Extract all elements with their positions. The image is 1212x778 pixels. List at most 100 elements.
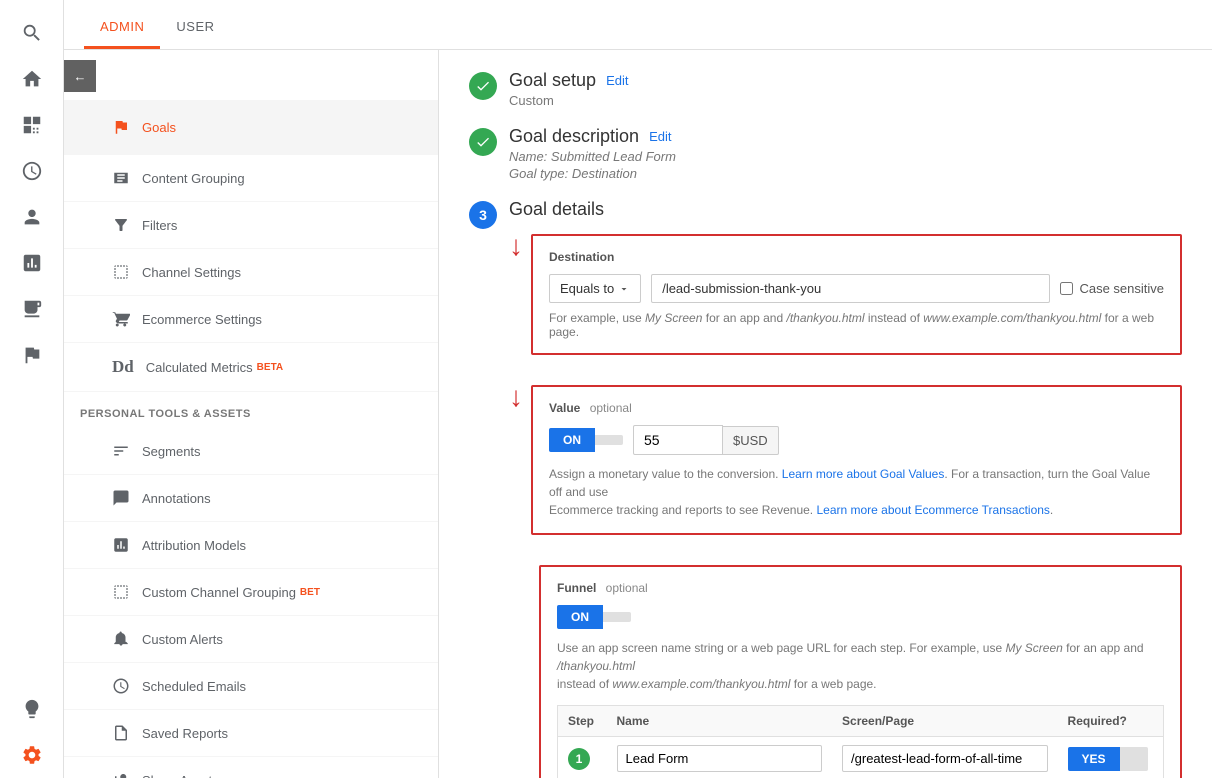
- search-icon-btn[interactable]: [0, 10, 63, 56]
- sidebar-item-content-grouping[interactable]: Content Grouping: [64, 155, 438, 202]
- sidebar-item-goals[interactable]: Goals: [64, 100, 438, 155]
- bulb-icon-btn[interactable]: [0, 686, 63, 732]
- sidebar-item-saved-reports-label: Saved Reports: [142, 726, 228, 741]
- funnel-col-required: Required?: [1058, 706, 1164, 737]
- funnel-step-page-cell: [832, 737, 1058, 778]
- step2-edit-link[interactable]: Edit: [649, 129, 671, 144]
- funnel-row-1: 1: [558, 737, 1164, 778]
- sidebar-item-custom-alerts[interactable]: Custom Alerts: [64, 616, 438, 663]
- value-section: Value optional ON $USD: [531, 385, 1182, 535]
- sidebar-item-channel-settings-label: Channel Settings: [142, 265, 241, 280]
- sidebar-item-filters[interactable]: Filters: [64, 202, 438, 249]
- content-area: ← Goals Content Grouping Filters Channel…: [64, 50, 1212, 778]
- sidebar-back-button[interactable]: ←: [64, 60, 96, 92]
- goal-values-link[interactable]: Learn more about Goal Values: [782, 467, 945, 481]
- sidebar-item-segments-label: Segments: [142, 444, 201, 459]
- funnel-step-name-cell: [607, 737, 833, 778]
- dashboard-icon-btn[interactable]: [0, 102, 63, 148]
- step2-title: Goal description: [509, 126, 639, 147]
- funnel-title: Funnel optional: [557, 581, 1164, 595]
- destination-row: Equals to Case sensitive: [549, 274, 1164, 303]
- funnel-toggle-off[interactable]: [603, 612, 631, 622]
- required-yes-toggle[interactable]: YES: [1068, 747, 1120, 771]
- sidebar: ← Goals Content Grouping Filters Channel…: [64, 50, 439, 778]
- sidebar-item-scheduled-emails-label: Scheduled Emails: [142, 679, 246, 694]
- step3-title-row: Goal details: [509, 199, 1182, 220]
- step2-title-row: Goal description Edit: [509, 126, 676, 147]
- analytics-icon-btn[interactable]: [0, 240, 63, 286]
- tab-user[interactable]: USER: [160, 19, 230, 49]
- funnel-col-page: Screen/Page: [832, 706, 1058, 737]
- step2-type-label: Goal type:: [509, 166, 568, 181]
- main-wrapper: ADMIN USER ← Goals Content Grouping Filt…: [64, 0, 1212, 778]
- sidebar-item-segments[interactable]: Segments: [64, 428, 438, 475]
- step3-icon: 3: [469, 201, 497, 229]
- funnel-col-step: Step: [558, 706, 607, 737]
- calculated-metrics-badge: BETA: [257, 362, 283, 373]
- tab-admin[interactable]: ADMIN: [84, 19, 160, 49]
- destination-title: Destination: [549, 250, 1164, 264]
- reports-icon-btn[interactable]: [0, 286, 63, 332]
- step1-title-row: Goal setup Edit: [509, 70, 628, 91]
- match-type-dropdown[interactable]: Equals to: [549, 274, 641, 303]
- value-hint: Assign a monetary value to the conversio…: [549, 465, 1164, 519]
- value-toggle-on[interactable]: ON: [549, 428, 595, 452]
- required-no-toggle[interactable]: [1120, 747, 1148, 771]
- sidebar-item-share-assets-label: Share Assets: [142, 773, 219, 778]
- step2-name-label: Name:: [509, 149, 547, 164]
- funnel-step-circle: 1: [568, 748, 590, 770]
- flag-icon-btn[interactable]: [0, 332, 63, 378]
- funnel-section: Funnel optional ON Use an app screen nam…: [539, 565, 1182, 778]
- clock-icon-btn[interactable]: [0, 148, 63, 194]
- sidebar-item-annotations-label: Annotations: [142, 491, 211, 506]
- person-icon-btn[interactable]: [0, 194, 63, 240]
- value-amount-input[interactable]: [633, 425, 723, 455]
- funnel-step-num: 1: [558, 737, 607, 778]
- funnel-step-page-input[interactable]: [842, 745, 1048, 772]
- home-icon-btn[interactable]: [0, 56, 63, 102]
- sidebar-item-custom-channel-grouping[interactable]: Custom Channel Grouping BET: [64, 569, 438, 616]
- sidebar-item-ecommerce-settings[interactable]: Ecommerce Settings: [64, 296, 438, 343]
- funnel-optional: optional: [606, 581, 648, 595]
- sidebar-item-saved-reports[interactable]: Saved Reports: [64, 710, 438, 757]
- step1-edit-link[interactable]: Edit: [606, 73, 628, 88]
- sidebar-item-ecommerce-label: Ecommerce Settings: [142, 312, 262, 327]
- sidebar-item-goals-label: Goals: [142, 120, 176, 135]
- sidebar-item-share-assets[interactable]: Share Assets: [64, 757, 438, 778]
- step3-title: Goal details: [509, 199, 604, 220]
- funnel-hint: Use an app screen name string or a web p…: [557, 639, 1164, 693]
- step1-title: Goal setup: [509, 70, 596, 91]
- sidebar-item-calculated-metrics-label: Calculated Metrics: [146, 360, 253, 375]
- goal-step-2: Goal description Edit Name: Submitted Le…: [469, 126, 1182, 181]
- funnel-step-required-cell: YES: [1058, 737, 1164, 778]
- sidebar-item-calculated-metrics[interactable]: Dd Calculated Metrics BETA: [64, 343, 438, 392]
- sidebar-item-channel-settings[interactable]: Channel Settings: [64, 249, 438, 296]
- settings-icon-btn[interactable]: [0, 732, 63, 778]
- sidebar-item-attribution-models[interactable]: Attribution Models: [64, 522, 438, 569]
- funnel-step-name-input[interactable]: [617, 745, 823, 772]
- step2-name-value: Submitted Lead Form: [551, 149, 676, 164]
- value-title: Value optional: [549, 401, 1164, 415]
- sidebar-item-annotations[interactable]: Annotations: [64, 475, 438, 522]
- value-optional: optional: [590, 401, 632, 415]
- sidebar-item-scheduled-emails[interactable]: Scheduled Emails: [64, 663, 438, 710]
- destination-input[interactable]: [651, 274, 1050, 303]
- goal-step-1: Goal setup Edit Custom: [469, 70, 1182, 108]
- match-type-label: Equals to: [560, 281, 614, 296]
- funnel-toggle-on[interactable]: ON: [557, 605, 603, 629]
- ecommerce-transactions-link[interactable]: Learn more about Ecommerce Transactions: [816, 503, 1049, 517]
- step1-icon: [469, 72, 497, 100]
- icon-bar: [0, 0, 64, 778]
- top-nav: ADMIN USER: [64, 0, 1212, 50]
- value-toggle-off[interactable]: [595, 435, 623, 445]
- case-sensitive-checkbox[interactable]: [1060, 282, 1073, 295]
- sidebar-item-filters-label: Filters: [142, 218, 177, 233]
- sidebar-item-custom-channel-label: Custom Channel Grouping: [142, 585, 296, 600]
- step1-subtitle: Custom: [509, 93, 628, 108]
- step2-icon: [469, 128, 497, 156]
- destination-section: Destination Equals to Case sensitive: [531, 234, 1182, 355]
- sidebar-item-custom-alerts-label: Custom Alerts: [142, 632, 223, 647]
- funnel-table: Step Name Screen/Page Required?: [557, 705, 1164, 778]
- step2-type-value: Destination: [572, 166, 637, 181]
- value-toggle: ON $USD: [549, 425, 1164, 455]
